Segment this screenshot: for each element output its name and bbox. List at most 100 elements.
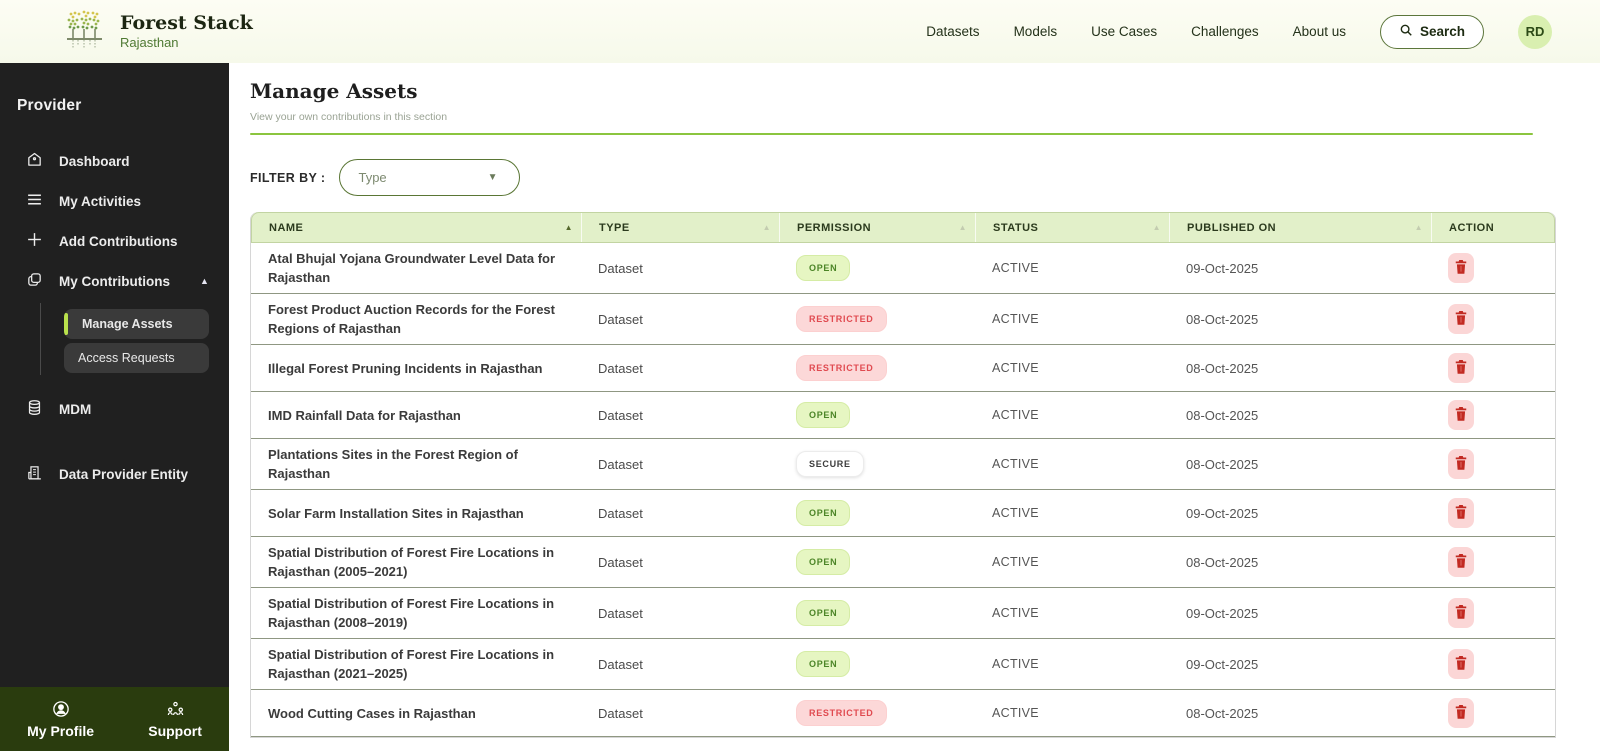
permission-badge: OPEN: [796, 600, 851, 626]
type-filter-dropdown[interactable]: Type ▼: [339, 159, 521, 196]
asset-action-cell: [1431, 243, 1555, 293]
trash-icon: [1454, 704, 1468, 723]
filter-label: FILTER BY :: [250, 170, 326, 185]
sort-arrow-icon: ▲: [564, 223, 573, 232]
asset-permission-cell: OPEN: [779, 639, 975, 689]
trash-icon: [1454, 359, 1468, 378]
table-body: Atal Bhujal Yojana Groundwater Level Dat…: [251, 243, 1555, 737]
asset-status: ACTIVE: [992, 506, 1039, 520]
delete-button[interactable]: [1448, 449, 1474, 479]
column-header-name[interactable]: NAME ▲: [252, 213, 582, 242]
sidebar-subitem-label: Access Requests: [78, 351, 175, 365]
search-button[interactable]: Search: [1379, 14, 1484, 49]
sidebar-item-data-provider-entity[interactable]: Data Provider Entity: [0, 454, 229, 494]
asset-permission-cell: OPEN: [779, 588, 975, 638]
published-date: 08-Oct-2025: [1186, 311, 1259, 327]
top-bar: Forest Stack Rajasthan Datasets Models Use…: [0, 0, 1600, 63]
assets-table: NAME ▲ TYPE ▲ PERMISSION ▲ STATUS ▲ PUBL…: [250, 212, 1556, 738]
topnav-link-challenges[interactable]: Challenges: [1191, 24, 1259, 39]
published-date: 09-Oct-2025: [1186, 260, 1259, 276]
permission-badge: SECURE: [796, 451, 864, 477]
topnav-link-about-us[interactable]: About us: [1293, 24, 1346, 39]
table-row: Wood Cutting Cases in Rajasthan Dataset …: [251, 690, 1555, 737]
trash-icon: [1454, 455, 1468, 474]
sort-arrow-icon: ▲: [762, 223, 771, 232]
sidebar-footer: My Profile Support: [0, 687, 229, 751]
permission-badge: OPEN: [796, 402, 851, 428]
delete-button[interactable]: [1448, 353, 1474, 383]
asset-permission-cell: SECURE: [779, 439, 975, 489]
column-header-type[interactable]: TYPE ▲: [582, 213, 780, 242]
delete-button[interactable]: [1448, 498, 1474, 528]
asset-permission-cell: OPEN: [779, 490, 975, 536]
sidebar-item-add-contributions[interactable]: Add Contributions: [0, 221, 229, 261]
asset-name[interactable]: Illegal Forest Pruning Incidents in Raja…: [251, 345, 581, 391]
page-title: Manage Assets: [250, 79, 418, 103]
support-button[interactable]: Support: [148, 700, 202, 739]
sidebar-subitem-manage-assets[interactable]: Manage Assets: [64, 309, 209, 339]
topnav-link-models[interactable]: Models: [1014, 24, 1058, 39]
asset-name[interactable]: Atal Bhujal Yojana Groundwater Level Dat…: [251, 243, 581, 293]
user-avatar[interactable]: RD: [1518, 14, 1552, 49]
asset-permission-cell: OPEN: [779, 243, 975, 293]
delete-button[interactable]: [1448, 304, 1474, 334]
asset-status: ACTIVE: [992, 312, 1039, 326]
asset-permission-cell: RESTRICTED: [779, 690, 975, 736]
asset-name[interactable]: Wood Cutting Cases in Rajasthan: [251, 690, 581, 736]
permission-badge: RESTRICTED: [796, 700, 887, 726]
permission-badge: RESTRICTED: [796, 306, 887, 332]
trash-icon: [1454, 259, 1468, 278]
delete-button[interactable]: [1448, 547, 1474, 577]
plus-icon: [26, 231, 43, 251]
asset-type: Dataset: [598, 360, 643, 376]
sort-arrow-icon: ▲: [958, 223, 967, 232]
asset-action-cell: [1431, 690, 1555, 736]
chevron-up-icon: ▲: [200, 276, 209, 286]
stack-icon: [26, 271, 43, 291]
asset-name[interactable]: Spatial Distribution of Forest Fire Loca…: [251, 639, 581, 689]
submenu-guide-line: [40, 303, 41, 375]
my-profile-button[interactable]: My Profile: [27, 700, 94, 739]
delete-button[interactable]: [1448, 400, 1474, 430]
asset-action-cell: [1431, 294, 1555, 344]
forest-stack-logo-icon: [62, 6, 108, 57]
asset-name[interactable]: Plantations Sites in the Forest Region o…: [251, 439, 581, 489]
asset-name[interactable]: Spatial Distribution of Forest Fire Loca…: [251, 588, 581, 638]
asset-action-cell: [1431, 392, 1555, 438]
sidebar-item-my-contributions[interactable]: My Contributions ▲: [0, 261, 229, 301]
table-header-row: NAME ▲ TYPE ▲ PERMISSION ▲ STATUS ▲ PUBL…: [251, 212, 1555, 243]
column-header-published-on[interactable]: PUBLISHED ON ▲: [1170, 213, 1432, 242]
trash-icon: [1454, 655, 1468, 674]
sidebar-item-dashboard[interactable]: Dashboard: [0, 141, 229, 181]
published-date: 09-Oct-2025: [1186, 605, 1259, 621]
topnav-link-datasets[interactable]: Datasets: [926, 24, 979, 39]
table-row: Forest Product Auction Records for the F…: [251, 294, 1555, 345]
asset-name[interactable]: Solar Farm Installation Sites in Rajasth…: [251, 490, 581, 536]
published-date: 09-Oct-2025: [1186, 505, 1259, 521]
delete-button[interactable]: [1448, 698, 1474, 728]
asset-type: Dataset: [598, 260, 643, 276]
asset-name[interactable]: IMD Rainfall Data for Rajasthan: [251, 392, 581, 438]
delete-button[interactable]: [1448, 598, 1474, 628]
sidebar-item-label: My Contributions: [59, 273, 170, 289]
column-header-permission[interactable]: PERMISSION ▲: [780, 213, 976, 242]
topnav-link-use-cases[interactable]: Use Cases: [1091, 24, 1157, 39]
asset-name[interactable]: Forest Product Auction Records for the F…: [251, 294, 581, 344]
sidebar-item-label: Data Provider Entity: [59, 466, 189, 482]
delete-button[interactable]: [1448, 649, 1474, 679]
asset-permission-cell: RESTRICTED: [779, 345, 975, 391]
column-header-status[interactable]: STATUS ▲: [976, 213, 1170, 242]
published-date: 08-Oct-2025: [1186, 456, 1259, 472]
table-row: Spatial Distribution of Forest Fire Loca…: [251, 537, 1555, 588]
sidebar-item-mdm[interactable]: MDM: [0, 389, 229, 429]
asset-permission-cell: RESTRICTED: [779, 294, 975, 344]
sidebar-subitem-access-requests[interactable]: Access Requests: [64, 343, 209, 373]
column-header-action: ACTION: [1449, 221, 1495, 234]
sidebar-item-my-activities[interactable]: My Activities: [0, 181, 229, 221]
asset-name[interactable]: Spatial Distribution of Forest Fire Loca…: [251, 537, 581, 587]
asset-type: Dataset: [598, 311, 643, 327]
delete-button[interactable]: [1448, 253, 1474, 283]
asset-status: ACTIVE: [992, 361, 1039, 375]
permission-badge: OPEN: [796, 651, 851, 677]
asset-status: ACTIVE: [992, 261, 1039, 275]
